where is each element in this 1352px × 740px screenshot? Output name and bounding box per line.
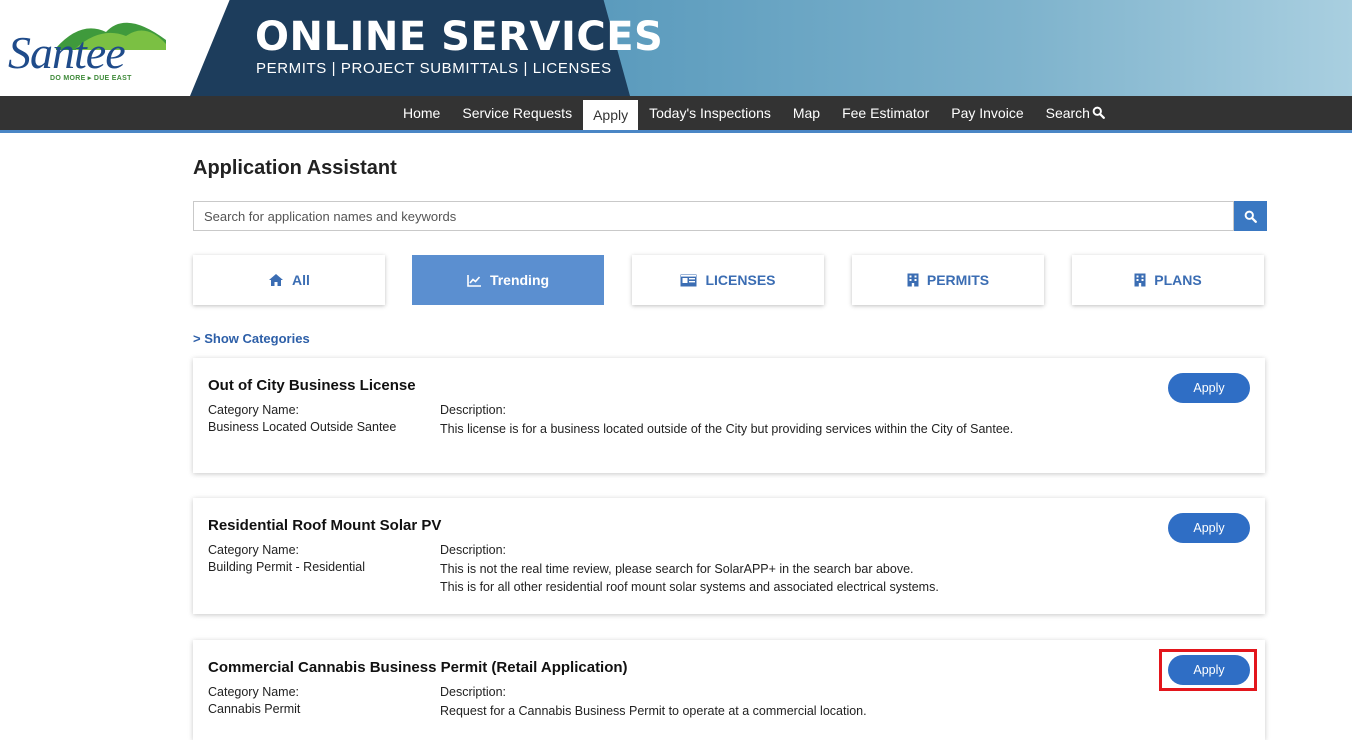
category-value: Building Permit - Residential: [208, 560, 366, 574]
tab-licenses-label: LICENSES: [705, 272, 776, 288]
description-value: This is not the real time review, please…: [440, 560, 1140, 596]
search-icon: [1092, 106, 1105, 119]
application-card: Commercial Cannabis Business Permit (Ret…: [193, 640, 1265, 740]
filter-tabs: All Trending LICENSES PERMITS PLANS: [193, 255, 1267, 305]
nav-todays-inspections[interactable]: Today's Inspections: [638, 96, 782, 130]
logo-wordmark: Santee: [8, 27, 126, 78]
nav-service-requests[interactable]: Service Requests: [451, 96, 583, 130]
tab-permits[interactable]: PERMITS: [852, 255, 1044, 305]
search-input[interactable]: [193, 201, 1234, 231]
tab-plans[interactable]: PLANS: [1072, 255, 1264, 305]
category-value: Business Located Outside Santee: [208, 420, 397, 434]
description-value: This license is for a business located o…: [440, 422, 1014, 436]
description-label: Description:: [440, 403, 506, 417]
description-label: Description:: [440, 543, 506, 557]
apply-button[interactable]: Apply: [1168, 513, 1250, 543]
santee-logo[interactable]: Santee DO MORE ▸ DUE EAST: [4, 6, 166, 92]
main-nav: Home Service Requests Apply Today's Insp…: [0, 96, 1352, 133]
building-icon: [907, 273, 919, 287]
apply-button[interactable]: Apply: [1168, 655, 1250, 685]
description-value: Request for a Cannabis Business Permit t…: [440, 704, 867, 718]
trending-chart-icon: [467, 274, 481, 287]
search-button[interactable]: [1234, 201, 1267, 231]
application-card: Residential Roof Mount Solar PV Category…: [193, 498, 1265, 614]
description-line: This is for all other residential roof m…: [440, 580, 939, 594]
tab-licenses[interactable]: LICENSES: [632, 255, 824, 305]
tab-trending-label: Trending: [489, 272, 550, 288]
card-title: Commercial Cannabis Business Permit (Ret…: [208, 659, 628, 676]
application-card: Out of City Business License Category Na…: [193, 358, 1265, 473]
banner-title: ONLINE SERVICES: [255, 14, 664, 60]
category-label: Category Name:: [208, 685, 300, 699]
application-search: [193, 201, 1267, 231]
description-label: Description:: [440, 685, 506, 699]
category-label: Category Name:: [208, 543, 300, 557]
nav-apply[interactable]: Apply: [583, 100, 639, 130]
tab-trending[interactable]: Trending: [412, 255, 604, 305]
header-banner: ONLINE SERVICES PERMITS | PROJECT SUBMIT…: [0, 0, 1352, 96]
id-card-icon: [680, 274, 697, 286]
nav-pay-invoice[interactable]: Pay Invoice: [940, 96, 1034, 130]
nav-search-label: Search: [1045, 105, 1090, 121]
show-categories-link[interactable]: > Show Categories: [193, 331, 310, 346]
category-label: Category Name:: [208, 403, 300, 417]
tab-all-label: All: [292, 272, 310, 288]
nav-search[interactable]: Search: [1035, 96, 1116, 130]
banner-subtitle: PERMITS | PROJECT SUBMITTALS | LICENSES: [256, 60, 612, 77]
apply-button[interactable]: Apply: [1168, 373, 1250, 403]
tab-permits-label: PERMITS: [926, 272, 990, 288]
building-icon: [1134, 273, 1146, 287]
home-icon: [269, 274, 284, 286]
nav-home[interactable]: Home: [392, 96, 451, 130]
tab-plans-label: PLANS: [1154, 272, 1202, 288]
tab-all[interactable]: All: [193, 255, 385, 305]
nav-fee-estimator[interactable]: Fee Estimator: [831, 96, 940, 130]
page-title: Application Assistant: [193, 157, 397, 179]
card-title: Out of City Business License: [208, 377, 416, 394]
category-value: Cannabis Permit: [208, 702, 301, 716]
nav-map[interactable]: Map: [782, 96, 831, 130]
description-line: This is not the real time review, please…: [440, 562, 914, 576]
search-icon: [1244, 210, 1257, 223]
card-title: Residential Roof Mount Solar PV: [208, 517, 442, 534]
logo-tagline: DO MORE ▸ DUE EAST: [50, 75, 132, 82]
